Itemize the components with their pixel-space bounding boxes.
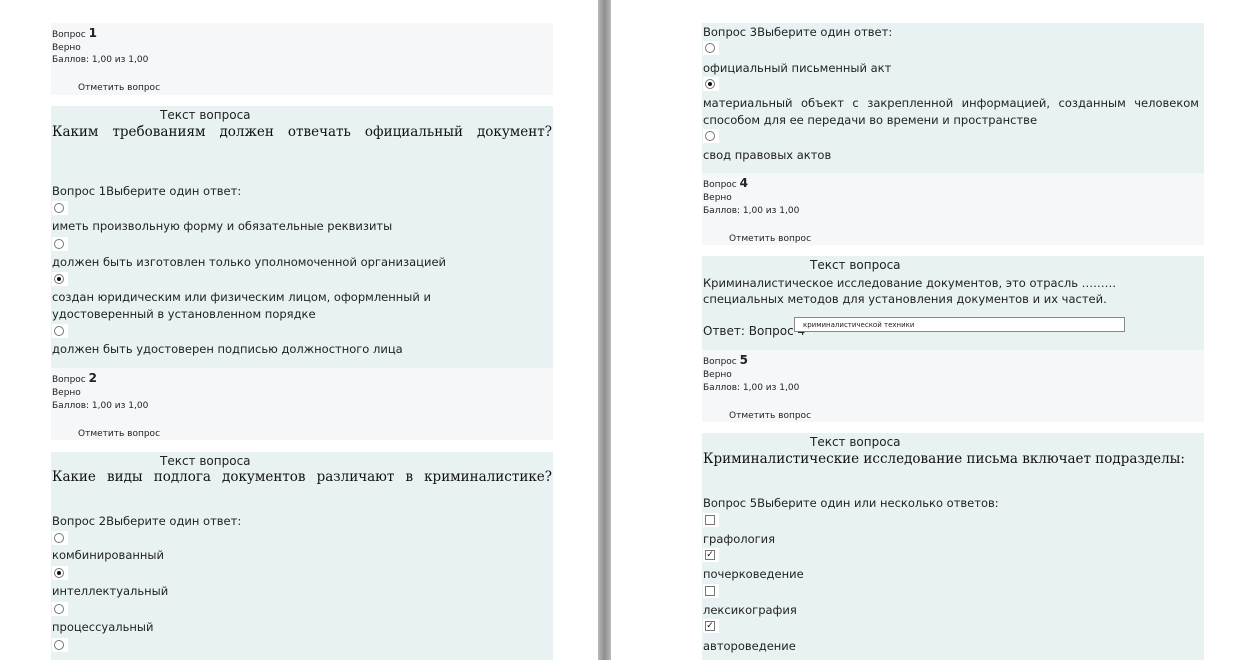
radio-selected-icon [705, 79, 715, 89]
answer-option-label: графология [703, 532, 776, 546]
flag-question-link[interactable]: Отметить вопрос [78, 429, 160, 439]
answer-option-radio[interactable] [52, 324, 68, 338]
question-text-heading: Текст вопроса [160, 108, 251, 122]
question-number: Вопрос 5 [703, 353, 748, 367]
question-info-4: Вопрос 4 Верно Баллов: 1,00 из 1,00 Отме… [702, 173, 1204, 245]
answer-input[interactable]: криминалистической техники [794, 317, 1125, 332]
question-text: Какие виды подлога документов различают … [52, 469, 552, 485]
answer-option-checkbox[interactable] [703, 584, 719, 598]
answer-option-label: иметь произвольную форму и обязательные … [52, 219, 393, 233]
flag-question-link[interactable]: Отметить вопрос [729, 234, 811, 244]
question-box-2: Текст вопроса Какие виды подлога докумен… [51, 452, 553, 660]
question-text-heading: Текст вопроса [810, 435, 901, 449]
answer-option-label: должен быть изготовлен только уполномоче… [52, 255, 447, 269]
question-text: Каким требованиям должен отвечать официа… [52, 124, 552, 140]
answer-option-label: автороведение [703, 639, 796, 653]
answer-option-radio[interactable] [52, 638, 68, 652]
checkbox-icon [705, 586, 715, 596]
answer-option-radio[interactable] [52, 566, 68, 580]
question-text: Криминалистическое исследование документ… [703, 276, 1117, 306]
document-page-left: Вопрос 1 Верно Баллов: 1,00 из 1,00 Отме… [0, 0, 598, 660]
checkbox-checked-icon: ✓ [705, 621, 715, 631]
question-box-4: Текст вопроса Криминалистическое исследо… [702, 256, 1204, 350]
answer-option-checkbox[interactable]: ✓ [703, 619, 719, 633]
answer-label: Ответ: Вопрос 4 [703, 324, 806, 338]
answer-option-radio[interactable] [52, 237, 68, 251]
question-info-2: Вопрос 2 Верно Баллов: 1,00 из 1,00 Отме… [51, 368, 553, 440]
flag-question-link[interactable]: Отметить вопрос [729, 411, 811, 421]
answer-option-label: должен быть удостоверен подписью должнос… [52, 342, 403, 356]
question-grade: Баллов: 1,00 из 1,00 [52, 401, 149, 411]
answer-option-radio[interactable] [52, 531, 68, 545]
answer-option-label: материальный объект с закрепленной инфор… [703, 96, 1199, 127]
question-info-1: Вопрос 1 Верно Баллов: 1,00 из 1,00 Отме… [51, 23, 553, 95]
radio-icon [54, 203, 64, 213]
answer-option-radio[interactable] [52, 272, 68, 286]
radio-selected-icon [54, 274, 64, 284]
question-status: Верно [703, 193, 732, 203]
question-number: Вопрос 4 [703, 176, 748, 190]
answer-prompt: Вопрос 2Выберите один ответ: [52, 514, 242, 528]
question-box-3: Вопрос 3Выберите один ответ: официальный… [702, 23, 1204, 173]
answer-prompt: Вопрос 1Выберите один ответ: [52, 184, 242, 198]
answer-option-radio[interactable] [703, 77, 719, 91]
answer-option-radio[interactable] [52, 602, 68, 616]
radio-icon [705, 43, 715, 53]
question-text: Криминалистические исследование письма в… [703, 451, 1185, 467]
question-status: Верно [52, 388, 81, 398]
page-gutter [598, 0, 611, 660]
radio-icon [54, 239, 64, 249]
answer-option-label: официальный письменный акт [703, 61, 892, 75]
radio-icon [54, 640, 64, 650]
flag-question-link[interactable]: Отметить вопрос [78, 83, 160, 93]
answer-option-label: лексикография [703, 603, 797, 617]
question-grade: Баллов: 1,00 из 1,00 [703, 383, 800, 393]
answer-option-label: интеллектуальный [52, 584, 169, 598]
question-number: Вопрос 2 [52, 371, 97, 385]
radio-icon [705, 131, 715, 141]
question-grade: Баллов: 1,00 из 1,00 [52, 55, 149, 65]
answer-prompt: Вопрос 3Выберите один ответ: [703, 25, 893, 39]
question-box-5: Текст вопроса Криминалистические исследо… [702, 433, 1204, 660]
answer-option-label: процессуальный [52, 620, 154, 634]
question-grade: Баллов: 1,00 из 1,00 [703, 206, 800, 216]
answer-option-radio[interactable] [703, 41, 719, 55]
answer-option-checkbox[interactable]: ✓ [703, 548, 719, 562]
answer-option-label: свод правовых актов [703, 148, 832, 162]
question-number: Вопрос 1 [52, 26, 97, 40]
answer-option-checkbox[interactable] [703, 513, 719, 527]
question-info-5: Вопрос 5 Верно Баллов: 1,00 из 1,00 Отме… [702, 350, 1204, 422]
question-status: Верно [52, 43, 81, 53]
radio-icon [54, 326, 64, 336]
question-box-1: Текст вопроса Каким требованиям должен о… [51, 106, 553, 368]
answer-prompt: Вопрос 5Выберите один или несколько отве… [703, 496, 999, 510]
answer-option-label: создан юридическим или физическим лицом,… [52, 290, 431, 321]
answer-option-radio[interactable] [703, 129, 719, 143]
document-page-right: Вопрос 3Выберите один ответ: официальный… [611, 0, 1241, 660]
checkbox-checked-icon: ✓ [705, 550, 715, 560]
radio-icon [54, 604, 64, 614]
question-text-heading: Текст вопроса [160, 454, 251, 468]
answer-option-radio[interactable] [52, 201, 68, 215]
radio-icon [54, 533, 64, 543]
checkbox-icon [705, 515, 715, 525]
answer-option-label: почерковедение [703, 567, 804, 581]
question-text-heading: Текст вопроса [810, 258, 901, 272]
radio-selected-icon [54, 568, 64, 578]
answer-option-label: комбинированный [52, 548, 164, 562]
question-status: Верно [703, 370, 732, 380]
